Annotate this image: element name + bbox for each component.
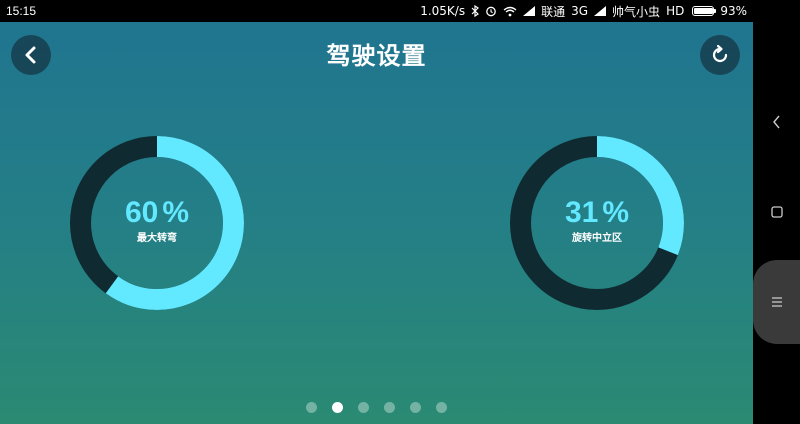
nav-home-button[interactable] — [753, 200, 800, 224]
neutral-zone-gauge[interactable]: 31 % 旋转中立区 — [510, 136, 684, 310]
system-nav-bar — [753, 0, 800, 424]
nav-back-button[interactable] — [753, 110, 800, 134]
page-indicator — [0, 402, 753, 413]
carrier-1: 联通 — [541, 4, 566, 19]
gauge-unit: % — [162, 196, 190, 229]
pager-dot[interactable] — [332, 402, 343, 413]
hd-badge: HD — [666, 4, 685, 18]
gauge-label: 最大转弯 — [137, 233, 177, 244]
battery-percent: 93% — [720, 4, 747, 18]
page-title: 驾驶设置 — [326, 42, 427, 70]
reset-button[interactable] — [700, 35, 740, 75]
pager-dot[interactable] — [306, 402, 317, 413]
gauge-number: 31 — [564, 196, 599, 229]
gauge-number: 60 — [124, 196, 159, 229]
gauge-value: 60 % — [70, 198, 244, 228]
gauge-unit: % — [602, 196, 630, 229]
battery-icon — [692, 6, 717, 16]
gauge-center: 31 % 旋转中立区 — [510, 198, 684, 245]
status-bar: 15:15 1.05K/s 联通 3G 帅气小虫 HD 93% — [0, 0, 753, 22]
max-turn-gauge[interactable]: 60 % 最大转弯 — [70, 136, 244, 310]
back-triangle-icon — [772, 115, 780, 129]
bluetooth-icon — [471, 5, 480, 17]
status-right: 1.05K/s 联通 3G 帅气小虫 HD 93% — [420, 3, 747, 20]
nav-menu-button[interactable] — [753, 260, 800, 344]
refresh-icon — [712, 44, 728, 63]
app-screen: 驾驶设置 60 % 最大转弯 31 % 旋转中立区 — [0, 22, 753, 424]
gauge-center: 60 % 最大转弯 — [70, 198, 244, 245]
status-time: 15:15 — [6, 4, 37, 18]
battery-fill — [694, 8, 713, 14]
pager-dot[interactable] — [358, 402, 369, 413]
square-icon — [770, 206, 783, 218]
signal-icon — [523, 6, 536, 16]
network-type: 3G — [571, 4, 589, 18]
menu-icon — [771, 297, 782, 307]
pager-dot[interactable] — [384, 402, 395, 413]
gauge-label: 旋转中立区 — [572, 233, 622, 244]
carrier-2: 帅气小虫 — [612, 4, 661, 19]
alarm-icon — [485, 5, 497, 17]
signal-icon-2 — [594, 6, 607, 16]
network-speed: 1.05K/s — [420, 4, 466, 18]
pager-dot[interactable] — [436, 402, 447, 413]
wifi-icon — [503, 6, 517, 17]
pager-dot[interactable] — [410, 402, 421, 413]
gauge-value: 31 % — [510, 198, 684, 228]
